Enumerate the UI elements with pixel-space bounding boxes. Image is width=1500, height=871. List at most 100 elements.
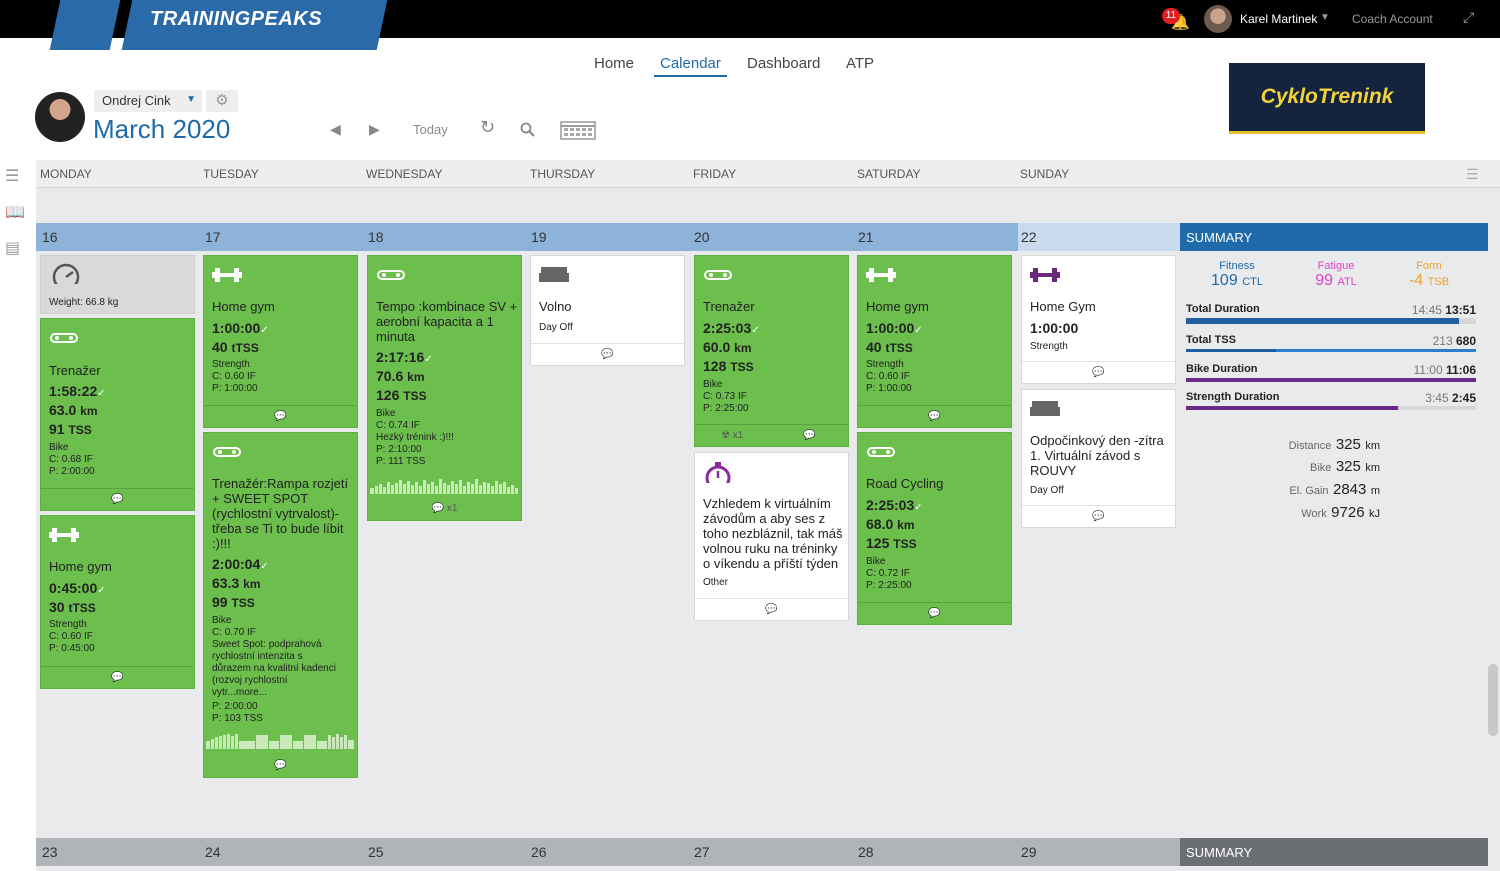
logo-text: TRAININGPEAKS bbox=[150, 8, 323, 30]
expand-icon[interactable]: ⤢ bbox=[1463, 9, 1474, 26]
nav-calendar[interactable]: Calendar bbox=[654, 55, 727, 77]
comment-icon: 💬 bbox=[431, 503, 445, 514]
summary-header: SUMMARY bbox=[1180, 223, 1488, 251]
comment-button[interactable]: 💬 bbox=[695, 598, 848, 620]
day-number: 16 bbox=[42, 229, 58, 245]
check-icon: ✓ bbox=[751, 325, 760, 336]
day-number: 20 bbox=[694, 229, 710, 245]
comment-button[interactable]: 💬 bbox=[204, 755, 357, 777]
nav-dashboard[interactable]: Dashboard bbox=[747, 55, 820, 72]
workout-card[interactable]: Home gym 0:45:00✓ 30 tTSS Strength C: 0.… bbox=[40, 515, 195, 689]
workout-card[interactable]: Tempo :kombinace SV + aerobní kapacita a … bbox=[367, 255, 522, 521]
bike-icon bbox=[867, 447, 895, 457]
workout-tss: 125 TSS bbox=[866, 535, 917, 551]
metrics-card[interactable]: Weight: 66.8 kg bbox=[40, 255, 195, 314]
workout-card[interactable]: Road Cycling 2:25:03✓ 68.0 km 125 TSS Bi… bbox=[857, 432, 1012, 625]
next-week-icon[interactable]: ▶ bbox=[369, 121, 380, 138]
day-number: 18 bbox=[368, 229, 384, 245]
athlete-settings-button[interactable]: ⚙ bbox=[206, 90, 238, 112]
week-row-header: 16 17 18 19 20 21 22 SUMMARY bbox=[36, 223, 1488, 251]
check-icon: ✓ bbox=[914, 502, 923, 513]
comment-icon[interactable]: 💬 bbox=[803, 425, 815, 447]
day-off-card[interactable]: Odpočinkový den -zítra 1. Virtuální závod… bbox=[1021, 389, 1176, 528]
comment-button[interactable]: 💬 bbox=[858, 405, 1011, 427]
workout-planned: P: 1:00:00 bbox=[866, 383, 912, 394]
day-number: 19 bbox=[531, 229, 547, 245]
comment-button[interactable]: 💬 bbox=[858, 602, 1011, 624]
nav-home[interactable]: Home bbox=[594, 55, 634, 72]
day-off-card[interactable]: Volno Day Off 💬 bbox=[530, 255, 685, 366]
workout-card[interactable]: Home gym 1:00:00✓ 40 tTSS Strength C: 0.… bbox=[203, 255, 358, 428]
other-card[interactable]: Vzhledem k virtuálním závodům a aby ses z… bbox=[694, 452, 849, 621]
trainingpeaks-logo[interactable]: TRAININGPEAKS bbox=[49, 0, 388, 50]
day-number: 21 bbox=[858, 229, 874, 245]
prev-week-icon[interactable]: ◀ bbox=[330, 121, 341, 138]
check-icon: ✓ bbox=[914, 325, 923, 336]
check-icon: ✓ bbox=[424, 354, 433, 365]
notification-count: 11 bbox=[1162, 8, 1180, 24]
day-number: 26 bbox=[531, 844, 547, 860]
workout-tss: 30 tTSS bbox=[49, 599, 96, 615]
comment-icon: 💬 bbox=[111, 494, 124, 505]
gear-icon: ⚙ bbox=[215, 92, 229, 109]
workout-sport: Bike bbox=[49, 442, 69, 453]
summary-stat: El. Gain 2843 m bbox=[1289, 481, 1380, 498]
fitness-metric[interactable]: Fitness 109 CTL bbox=[1192, 260, 1282, 290]
workout-sport: Strength bbox=[212, 359, 250, 370]
workout-library-icon[interactable]: 📖 bbox=[5, 202, 25, 222]
athlete-library-icon[interactable]: ☰ bbox=[5, 166, 19, 186]
stopwatch-icon bbox=[705, 462, 731, 483]
comment-button[interactable]: 💬 bbox=[1022, 505, 1175, 527]
user-avatar[interactable] bbox=[1204, 5, 1232, 33]
cyklotrenink-banner[interactable]: CykloTrenink bbox=[1229, 63, 1425, 134]
dumbbell-icon bbox=[866, 268, 896, 282]
workout-sport: Strength bbox=[49, 619, 87, 630]
fatigue-metric[interactable]: Fatigue 99 ATL bbox=[1291, 260, 1381, 290]
today-button[interactable]: Today bbox=[413, 122, 448, 137]
comment-button[interactable]: 💬 bbox=[1022, 361, 1175, 383]
workout-card[interactable]: Home gym 1:00:00✓ 40 tTSS Strength C: 0.… bbox=[857, 255, 1012, 428]
comment-button[interactable]: 💬 bbox=[41, 666, 194, 688]
comment-icon: 💬 bbox=[274, 411, 287, 422]
comment-icon: 💬 bbox=[1092, 367, 1105, 378]
day-number: 29 bbox=[1021, 844, 1037, 860]
nav-atp[interactable]: ATP bbox=[846, 55, 874, 72]
workout-title: Home gym bbox=[212, 299, 275, 314]
caret-down-icon[interactable]: ▼ bbox=[1320, 12, 1330, 23]
workout-sport: Strength bbox=[1030, 341, 1068, 352]
search-icon[interactable] bbox=[520, 122, 536, 138]
form-metric[interactable]: Form -4 TSB bbox=[1384, 260, 1474, 290]
workout-card[interactable]: Home Gym 1:00:00 Strength 💬 bbox=[1021, 255, 1176, 384]
athlete-avatar[interactable] bbox=[35, 92, 85, 142]
comment-button[interactable]: 💬 bbox=[41, 488, 194, 510]
equipment-icon[interactable]: ☢ x1 bbox=[721, 425, 743, 447]
athlete-select[interactable]: Ondrej Cink ▼ bbox=[94, 90, 202, 112]
workout-duration: 1:00:00✓ bbox=[212, 320, 269, 336]
workout-title: Trenažér:Rampa rozjetí + SWEET SPOT (rychl… bbox=[212, 476, 349, 551]
plan-library-icon[interactable]: ▤ bbox=[5, 238, 20, 258]
dumbbell-icon bbox=[1030, 268, 1060, 282]
summary-stat: Work 9726 kJ bbox=[1301, 504, 1380, 521]
workout-card[interactable]: Trenažér:Rampa rozjetí + SWEET SPOT (rychl… bbox=[203, 432, 358, 778]
workout-card[interactable]: Trenažer 1:58:22✓ 63.0 km 91 TSS Bike C:… bbox=[40, 318, 195, 511]
comment-button[interactable]: 💬 bbox=[531, 343, 684, 365]
workout-sport: Strength bbox=[866, 359, 904, 370]
top-bar: TRAININGPEAKS 🔔 11 Karel Martinek ▼ Coac… bbox=[0, 0, 1500, 50]
workout-card[interactable]: Trenažer 2:25:03✓ 60.0 km 128 TSS Bike C… bbox=[694, 255, 849, 447]
comment-button[interactable]: 💬 bbox=[204, 405, 357, 427]
vertical-scrollbar[interactable] bbox=[1488, 664, 1498, 736]
workout-planned: P: 2:10:00 bbox=[376, 444, 422, 455]
refresh-icon[interactable]: ↻ bbox=[480, 117, 495, 138]
calendar-icon[interactable] bbox=[560, 119, 596, 141]
comment-button[interactable]: 💬 x1 bbox=[368, 498, 521, 520]
day-header-wednesday: WEDNESDAY bbox=[366, 167, 443, 181]
workout-duration: 1:58:22✓ bbox=[49, 383, 106, 399]
user-name[interactable]: Karel Martinek bbox=[1240, 12, 1317, 26]
notifications-button[interactable]: 🔔 11 bbox=[1162, 8, 1190, 31]
caret-down-icon: ▼ bbox=[186, 94, 196, 105]
workout-title: Home Gym bbox=[1030, 299, 1096, 314]
workout-structure-graph bbox=[206, 734, 354, 749]
coach-account-link[interactable]: Coach Account bbox=[1352, 12, 1433, 26]
menu-icon[interactable]: ☰ bbox=[1466, 166, 1479, 183]
workout-planned: P: 2:25:00 bbox=[866, 580, 912, 591]
